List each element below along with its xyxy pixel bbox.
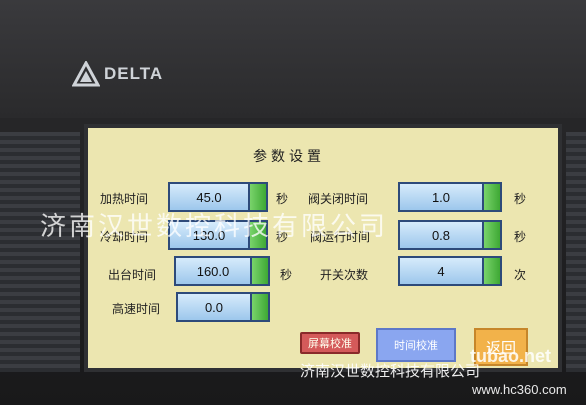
- time-calibrate-button[interactable]: 时间校准: [376, 328, 456, 362]
- label-exit-time: 出台时间: [108, 268, 157, 282]
- field-handle: [252, 258, 268, 284]
- unit-times: 次: [514, 268, 527, 282]
- exit-time-field[interactable]: 160.0: [174, 256, 270, 286]
- logo-text: DELTA: [104, 64, 164, 83]
- left-grille: [0, 132, 80, 372]
- top-bezel: DELTA: [0, 0, 586, 118]
- unit-seconds: 秒: [514, 230, 527, 244]
- exit-time-value: 160.0: [176, 258, 252, 284]
- delta-triangle-icon: [72, 61, 100, 87]
- company-watermark: 济南汉世数控科技有限公司: [40, 212, 389, 242]
- tubao-watermark: tubao.net: [470, 346, 551, 366]
- valve-run-time-value: 0.8: [400, 222, 484, 248]
- delta-logo: DELTA: [72, 60, 163, 88]
- high-speed-time-field[interactable]: 0.0: [176, 292, 270, 322]
- unit-seconds: 秒: [276, 192, 289, 206]
- field-handle: [484, 184, 500, 210]
- right-grille: [566, 132, 586, 372]
- hmi-screen: 参数设置 加热时间 45.0 秒 冷却时间 130.0 秒 出台时间 160.0…: [84, 124, 562, 372]
- company-watermark-bottom: 济南汉世数控科技有限公司: [300, 362, 481, 380]
- site-watermark: www.hc360.com: [472, 382, 567, 397]
- valve-close-time-field[interactable]: 1.0: [398, 182, 502, 212]
- unit-seconds: 秒: [280, 268, 293, 282]
- label-high-speed-time: 高速时间: [112, 302, 161, 316]
- field-handle: [252, 294, 268, 320]
- label-switch-count: 开关次数: [320, 268, 369, 282]
- unit-seconds: 秒: [514, 192, 527, 206]
- page-title: 参数设置: [253, 149, 325, 165]
- label-valve-close-time: 阀关闭时间: [308, 192, 369, 206]
- switch-count-value: 4: [400, 258, 484, 284]
- field-handle: [484, 222, 500, 248]
- screen-calibrate-button[interactable]: 屏幕校准: [300, 332, 360, 354]
- valve-run-time-field[interactable]: 0.8: [398, 220, 502, 250]
- valve-close-time-value: 1.0: [400, 184, 484, 210]
- switch-count-field[interactable]: 4: [398, 256, 502, 286]
- high-speed-time-value: 0.0: [178, 294, 252, 320]
- field-handle: [484, 258, 500, 284]
- hmi-device: DELTA 参数设置 加热时间 45.0 秒 冷却时间 130.0 秒 出台时间…: [0, 0, 586, 405]
- label-heating-time: 加热时间: [100, 192, 149, 206]
